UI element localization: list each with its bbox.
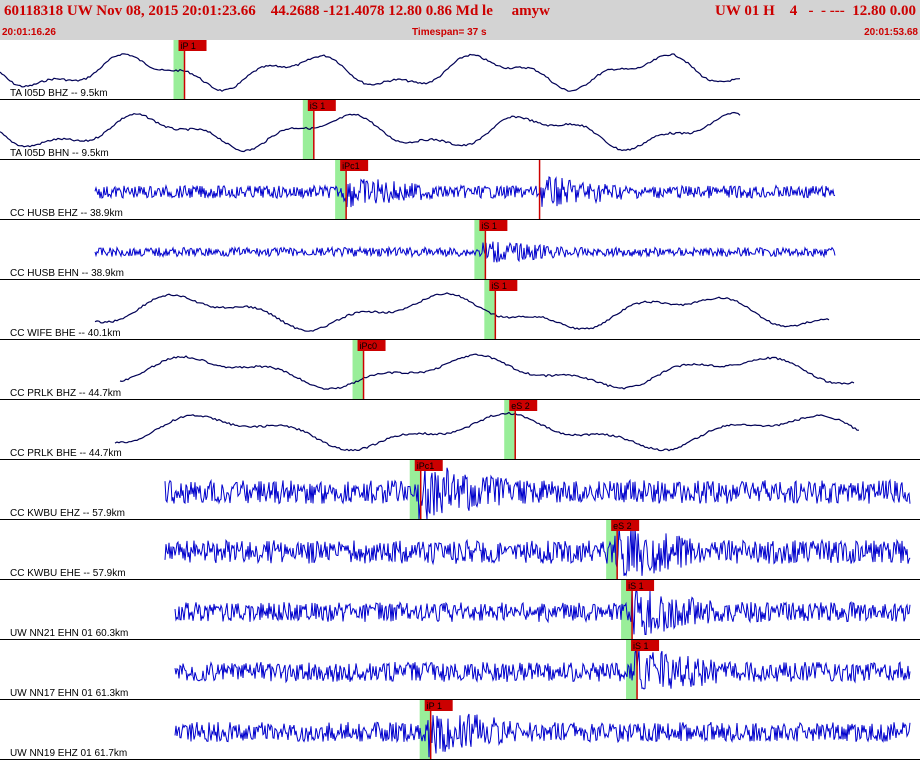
trace-row[interactable]: iS 1 CC WIFE BHE -- 40.1km	[0, 280, 920, 340]
trace-row[interactable]: eS 2 CC PRLK BHE -- 44.7km	[0, 400, 920, 460]
pick-label: eS 2	[511, 401, 530, 411]
station-label: UW NN17 EHN 01 61.3km	[10, 688, 128, 699]
station-label: TA I05D BHZ -- 9.5km	[10, 88, 108, 99]
waveform	[114, 411, 859, 452]
station-label: CC WIFE BHE -- 40.1km	[10, 328, 121, 339]
waveform	[94, 292, 830, 332]
time-bar: 20:01:16.26 Timespan= 37 s 20:01:53.68	[0, 26, 920, 40]
pick-label: iPc1	[417, 461, 435, 471]
trace-row[interactable]: iP 1 UW NN19 EHZ 01 61.7km	[0, 700, 920, 760]
trace-row[interactable]: iS 1 CC HUSB EHN -- 38.9km	[0, 220, 920, 280]
timespan-label: Timespan= 37 s	[412, 27, 487, 38]
waveform	[0, 53, 741, 92]
waveform	[0, 111, 741, 153]
waveform	[119, 353, 855, 390]
station-label: UW NN21 EHN 01 60.3km	[10, 628, 128, 639]
pick-label: iS 1	[310, 101, 326, 111]
trace-row[interactable]: eS 2 CC KWBU EHE -- 57.9km	[0, 520, 920, 580]
station-label: CC PRLK BHE -- 44.7km	[10, 448, 122, 459]
pick-label: iS 1	[628, 581, 644, 591]
station-label: CC HUSB EHN -- 38.9km	[10, 268, 124, 279]
station-label: CC KWBU EHE -- 57.9km	[10, 568, 126, 579]
pick-label: iP 1	[181, 41, 196, 51]
waveform	[164, 467, 911, 520]
waveform	[164, 524, 911, 577]
pick-label: iS 1	[633, 641, 649, 651]
trace-row[interactable]: iS 1 TA I05D BHN -- 9.5km	[0, 100, 920, 160]
trace-row[interactable]: iPc1 CC KWBU EHZ -- 57.9km	[0, 460, 920, 520]
waveform	[174, 649, 911, 690]
pick-label: iS 1	[491, 281, 507, 291]
waveform	[174, 713, 911, 758]
station-label: CC PRLK BHZ -- 44.7km	[10, 388, 121, 399]
station-label: UW NN19 EHZ 01 61.7km	[10, 748, 127, 759]
trace-row[interactable]: iS 1 UW NN21 EHN 01 60.3km	[0, 580, 920, 640]
waveform	[94, 176, 836, 208]
waveform	[174, 588, 911, 635]
trace-row[interactable]: iPc0 CC PRLK BHZ -- 44.7km	[0, 340, 920, 400]
pick-label: iP 1	[427, 701, 442, 711]
seismogram-panel[interactable]: iP 1 TA I05D BHZ -- 9.5km iS 1 TA I05D BHN …	[0, 40, 920, 760]
waveform	[94, 241, 836, 263]
station-label: CC HUSB EHZ -- 38.9km	[10, 208, 123, 219]
station-label: TA I05D BHN -- 9.5km	[10, 148, 109, 159]
pick-label: iS 1	[481, 221, 497, 231]
trace-row[interactable]: iS 1 UW NN17 EHN 01 61.3km	[0, 640, 920, 700]
pick-label: eS 2	[613, 521, 632, 531]
station-label: CC KWBU EHZ -- 57.9km	[10, 508, 125, 519]
event-status: UW 01 H 4 - - --- 12.80 0.00	[715, 3, 916, 19]
pick-label: iPc1	[342, 161, 360, 171]
pick-label: iPc0	[360, 341, 378, 351]
end-time: 20:01:53.68	[864, 27, 918, 38]
start-time: 20:01:16.26	[2, 27, 56, 38]
event-summary: 60118318 UW Nov 08, 2015 20:01:23.66 44.…	[4, 3, 550, 19]
title-bar: 60118318 UW Nov 08, 2015 20:01:23.66 44.…	[0, 0, 920, 26]
trace-row[interactable]: iP 1 TA I05D BHZ -- 9.5km	[0, 40, 920, 100]
trace-row[interactable]: iPc1 CC HUSB EHZ -- 38.9km	[0, 160, 920, 220]
